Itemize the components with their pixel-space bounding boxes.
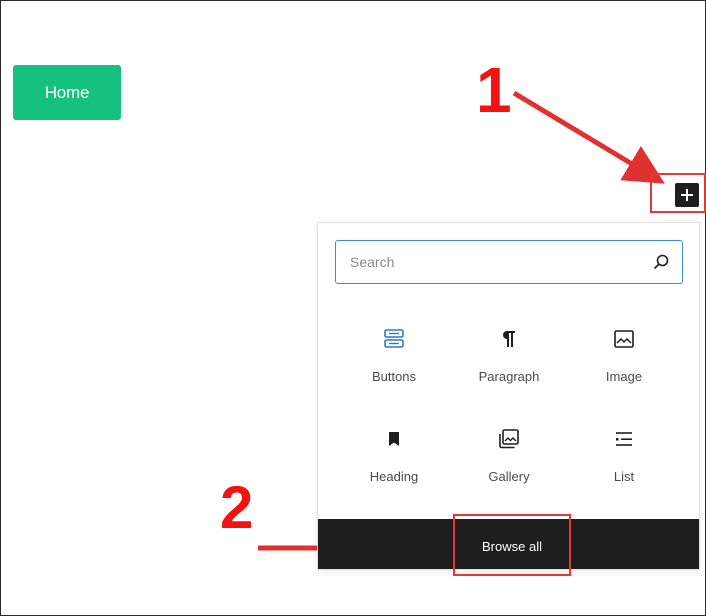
paragraph-icon — [503, 331, 515, 347]
search-icon[interactable] — [652, 253, 670, 271]
home-button[interactable]: Home — [13, 65, 121, 120]
step-2-label: 2 — [220, 474, 254, 541]
buttons-icon — [384, 329, 404, 348]
block-image[interactable]: Image — [569, 327, 679, 384]
block-gallery[interactable]: Gallery — [454, 427, 564, 484]
block-list[interactable]: List — [569, 427, 679, 484]
heading-icon — [389, 432, 399, 446]
block-paragraph[interactable]: Paragraph — [454, 327, 564, 384]
gallery-icon — [499, 429, 519, 449]
block-label: Gallery — [488, 469, 530, 484]
list-icon — [616, 432, 632, 446]
browse-all-highlight-box — [453, 514, 571, 576]
block-label: Heading — [369, 469, 419, 484]
block-label: List — [613, 469, 635, 484]
block-label: Paragraph — [478, 369, 540, 384]
plus-icon — [681, 189, 693, 201]
block-buttons[interactable]: Buttons — [339, 327, 449, 384]
block-label: Image — [605, 369, 643, 384]
search-input[interactable] — [350, 241, 640, 283]
block-label: Buttons — [371, 369, 417, 384]
image-icon — [614, 330, 634, 348]
step-1-label: 1 — [476, 54, 512, 126]
search-box[interactable] — [335, 240, 683, 284]
block-heading[interactable]: Heading — [339, 427, 449, 484]
add-block-button[interactable] — [675, 183, 699, 207]
